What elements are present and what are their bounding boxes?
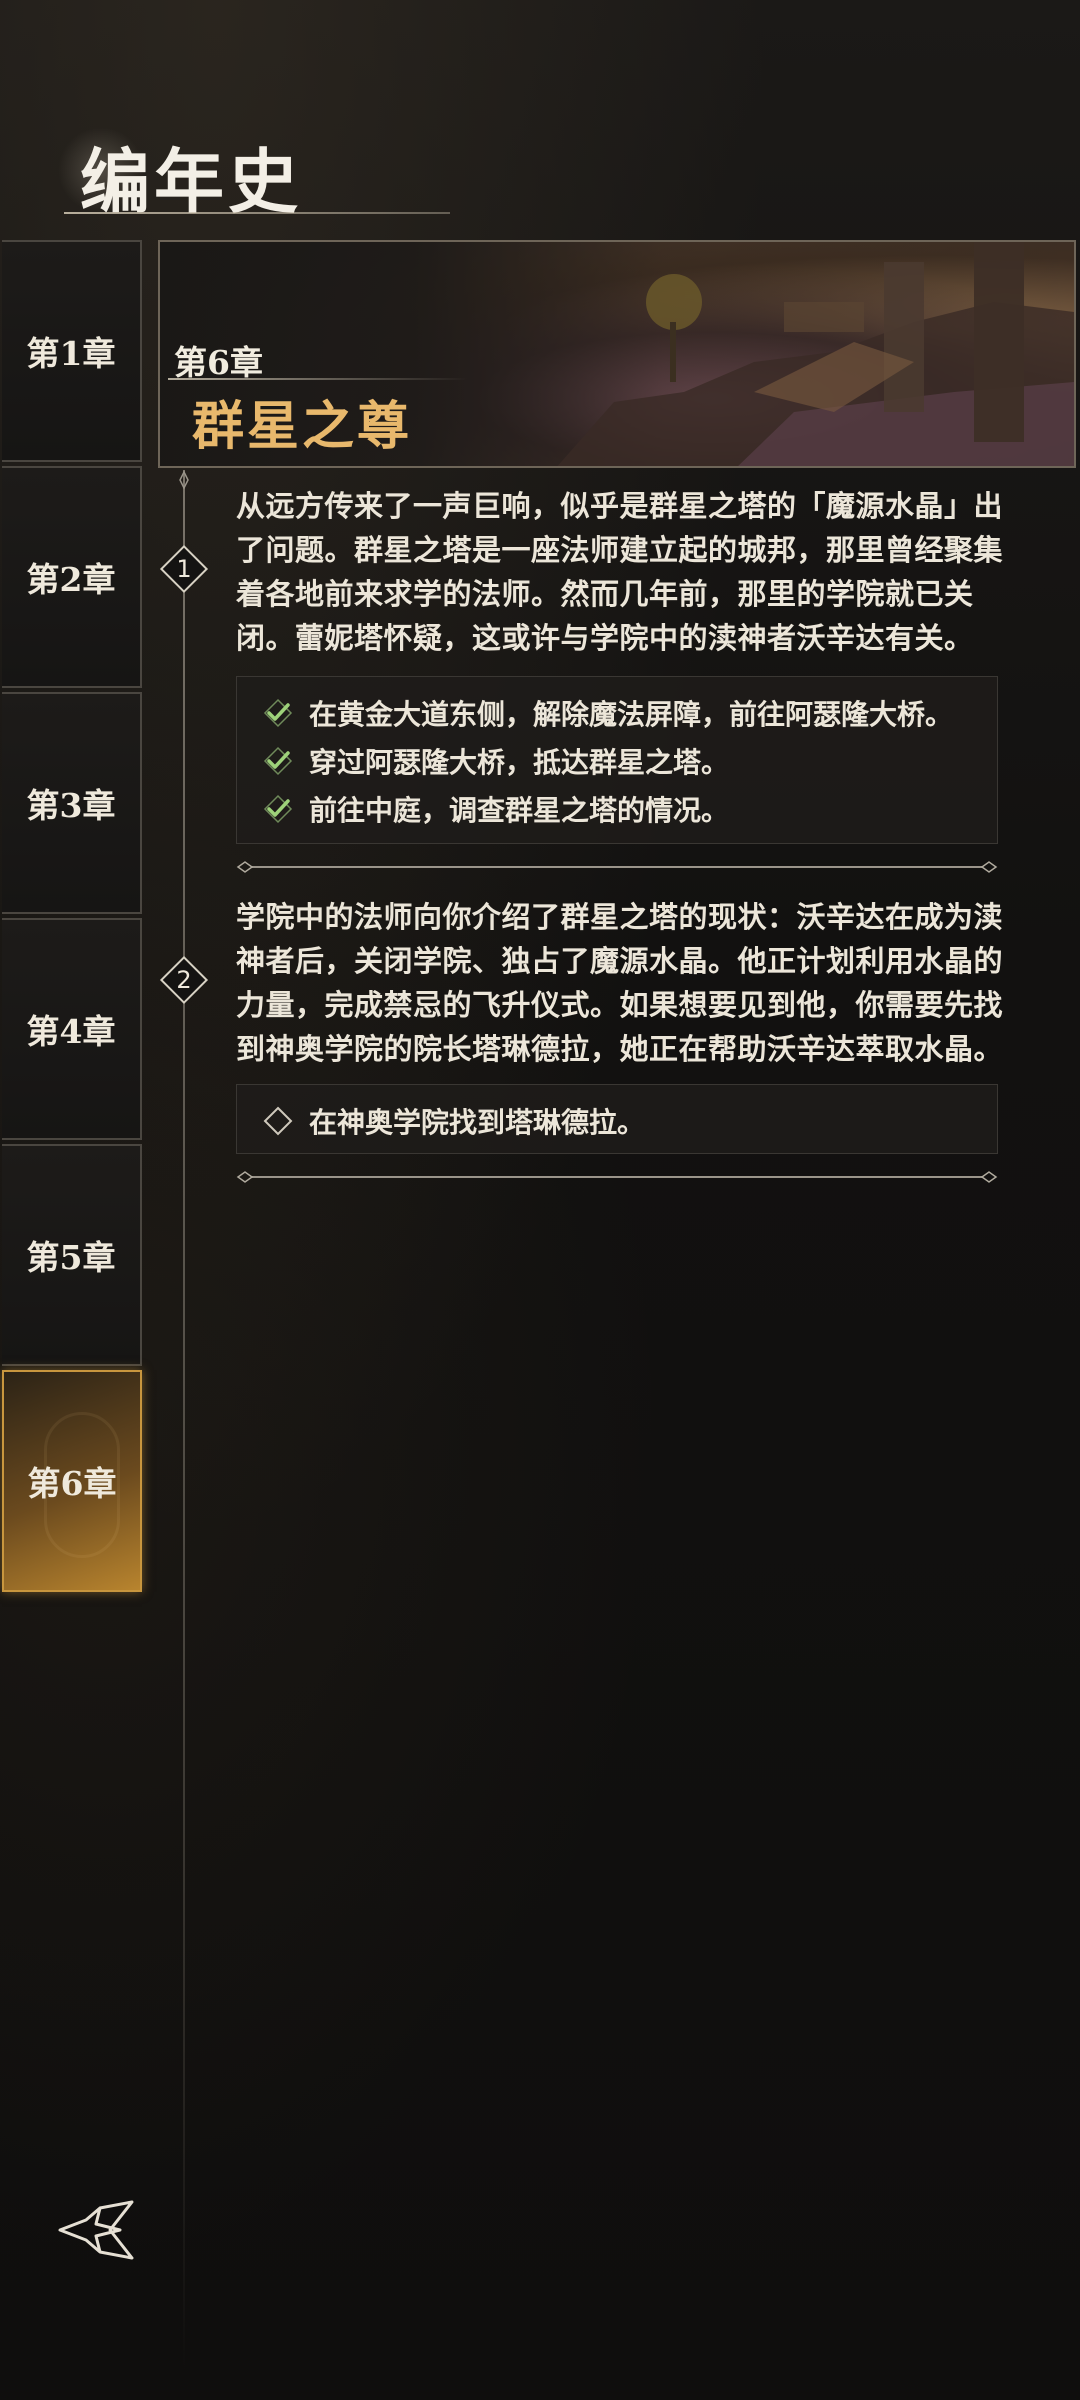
timeline-line [183, 470, 185, 2370]
quest-description: 从远方传来了一声巨响，似乎是群星之塔的「魔源水晶」出了问题。群星之塔是一座法师建… [236, 489, 1004, 655]
tab-label: 第3章 [26, 786, 116, 825]
page-header: 编年史 [46, 120, 456, 223]
chapter-number: 第6章 [174, 343, 263, 382]
tab-chapter-5[interactable]: 第5章 [2, 1144, 142, 1366]
objective-item[interactable]: 在黄金大道东侧，解除魔法屏障，前往阿瑟隆大桥。 [237, 689, 997, 737]
banner-artwork [557, 242, 1074, 466]
objective-item[interactable]: 穿过阿瑟隆大桥，抵达群星之塔。 [237, 737, 997, 785]
diamond-outline-icon [263, 1106, 293, 1136]
quest-index: 1 [176, 555, 192, 583]
objective-list: 在黄金大道东侧，解除魔法屏障，前往阿瑟隆大桥。 穿过阿瑟隆大桥，抵达群星之塔。 … [236, 676, 998, 844]
quest-marker-2: 2 [159, 955, 209, 1005]
check-icon [263, 794, 293, 824]
tab-label: 第5章 [26, 1238, 116, 1277]
objective-item[interactable]: 前往中庭，调查群星之塔的情况。 [237, 785, 997, 833]
objective-text: 在神奥学院找到塔琳德拉。 [309, 1106, 646, 1139]
tab-chapter-6[interactable]: 第6章 [2, 1370, 142, 1592]
objective-text: 前往中庭，调查群星之塔的情况。 [309, 794, 730, 827]
tab-label: 第6章 [27, 1464, 117, 1503]
objective-item[interactable]: 在神奥学院找到塔琳德拉。 [237, 1097, 997, 1145]
check-icon [263, 746, 293, 776]
timeline-tick-icon [179, 470, 189, 490]
tab-label: 第2章 [26, 560, 116, 599]
quest-description: 学院中的法师向你介绍了群星之塔的现状：沃辛达在成为渎神者后，关闭学院、独占了魔源… [236, 900, 1004, 1066]
chapter-number-underline [168, 378, 468, 380]
tab-chapter-4[interactable]: 第4章 [2, 918, 142, 1140]
objective-text: 在黄金大道东侧，解除魔法屏障，前往阿瑟隆大桥。 [309, 698, 954, 731]
objective-text: 穿过阿瑟隆大桥，抵达群星之塔。 [309, 746, 730, 779]
chapter-title: 群星之尊 [192, 396, 413, 457]
quest-marker-1: 1 [159, 544, 209, 594]
tab-chapter-2[interactable]: 第2章 [2, 466, 142, 688]
quest-index: 2 [176, 966, 192, 994]
title-underline [64, 212, 450, 214]
tab-label: 第1章 [26, 334, 116, 373]
tab-chapter-3[interactable]: 第3章 [2, 692, 142, 914]
section-divider [236, 1171, 998, 1183]
check-icon [263, 698, 293, 728]
back-logo-icon[interactable] [56, 2200, 136, 2260]
chronicle-page: 编年史 第1章 第2章 第3章 第4章 第5章 第6章 第6章 群星之尊 1 从… [0, 0, 1080, 2400]
tab-chapter-1[interactable]: 第1章 [2, 240, 142, 462]
objective-list: 在神奥学院找到塔琳德拉。 [236, 1084, 998, 1154]
section-divider [236, 861, 998, 873]
tab-label: 第4章 [26, 1012, 116, 1051]
